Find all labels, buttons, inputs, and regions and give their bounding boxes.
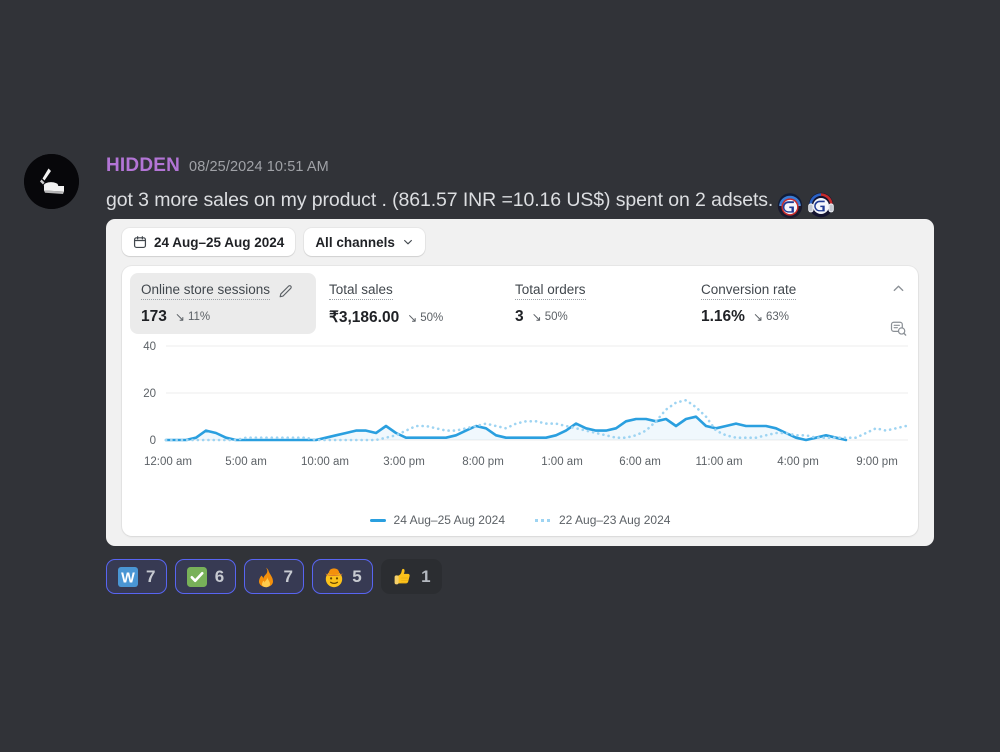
message-text: got 3 more sales on my product . (861.57… — [106, 189, 774, 211]
svg-text:W: W — [121, 570, 135, 586]
svg-text:5:00 am: 5:00 am — [225, 456, 267, 468]
svg-text:40: 40 — [143, 341, 156, 353]
svg-text:10:00 am: 10:00 am — [301, 456, 349, 468]
chevron-up-icon — [893, 285, 903, 291]
metric-delta: ↘ 50% — [532, 311, 568, 323]
metric-delta-value: 11% — [187, 311, 211, 323]
reaction-fire[interactable]: 7 — [243, 559, 305, 594]
message-timestamp: 08/25/2024 10:51 AM — [189, 159, 329, 175]
chevron-down-icon — [403, 239, 412, 245]
metric-delta: ↘ 63% — [753, 311, 789, 323]
series-compare-line — [164, 398, 908, 442]
reaction-thumbs-up[interactable]: 1 — [381, 559, 442, 594]
analytics-chart-card: Online store sessions 173 ↘ 11% Total sa… — [122, 266, 918, 536]
metric-head: Total orders — [515, 282, 679, 300]
reaction-count: 5 — [352, 566, 363, 586]
metric-row: 1.16% ↘ 63% — [701, 308, 865, 326]
cowboy-hat-face-emoji — [325, 567, 343, 587]
g-logo-cap-emoji — [776, 191, 804, 219]
metric-delta-value: 50% — [420, 312, 444, 324]
x-axis-labels: 12:00 am 5:00 am 10:00 am 3:00 pm 8:00 p… — [144, 456, 898, 468]
arrow-down-right-icon: ↘ — [407, 311, 418, 325]
metric-value: 1.16% — [701, 308, 745, 325]
collapse-button[interactable] — [888, 278, 908, 298]
chart-svg: 40 20 0 12:00 am 5:00 am 10:00 am 3:00 p… — [143, 341, 908, 468]
metric-online-store-sessions[interactable]: Online store sessions 173 ↘ 11% — [130, 273, 316, 334]
reaction-count: 6 — [214, 566, 225, 586]
svg-text:4:00 pm: 4:00 pm — [777, 456, 819, 468]
reaction-white-check-mark[interactable]: 6 — [174, 559, 236, 594]
legend-item-current: 24 Aug–25 Aug 2024 — [369, 513, 505, 527]
message-body: got 3 more sales on my product . (861.57… — [106, 186, 835, 219]
metric-label: Online store sessions — [141, 282, 271, 300]
arrow-down-right-icon: ↘ — [531, 310, 542, 324]
metric-cards: Online store sessions 173 ↘ 11% Total sa… — [122, 266, 918, 334]
metric-label: Conversion rate — [701, 282, 797, 300]
svg-text:3:00 pm: 3:00 pm — [383, 456, 425, 468]
metric-row: 173 ↘ 11% — [141, 308, 305, 326]
sessions-line-chart: 40 20 0 12:00 am 5:00 am 10:00 am 3:00 p… — [122, 328, 918, 536]
reaction-count: 7 — [146, 566, 156, 586]
metric-value: 173 — [141, 308, 167, 325]
kayak-avatar-icon — [24, 154, 79, 209]
metric-head: Total sales — [329, 282, 493, 300]
message-header: HIDDEN 08/25/2024 10:51 AM — [106, 155, 329, 177]
svg-text:0: 0 — [150, 435, 156, 447]
metric-label: Total orders — [515, 282, 586, 300]
metric-total-orders[interactable]: Total orders 3 ↘ 50% — [504, 273, 690, 334]
channel-filter-button[interactable]: All channels — [304, 228, 425, 256]
embed-toolbar: 24 Aug–25 Aug 2024 All channels — [122, 228, 425, 256]
reaction-count: 1 — [421, 566, 431, 586]
metric-delta: ↘ 11% — [175, 311, 210, 323]
date-range-label: 24 Aug–25 Aug 2024 — [154, 234, 285, 250]
pencil-icon[interactable] — [278, 284, 293, 299]
metric-value: 3 — [515, 308, 524, 325]
svg-text:8:00 pm: 8:00 pm — [462, 456, 504, 468]
calendar-icon — [133, 236, 147, 249]
metric-head: Conversion rate — [701, 282, 865, 300]
gridlines — [166, 345, 908, 441]
legend-label: 22 Aug–23 Aug 2024 — [559, 513, 671, 527]
svg-text:6:00 am: 6:00 am — [619, 456, 661, 468]
legend-label: 24 Aug–25 Aug 2024 — [393, 513, 505, 527]
metric-value: ₹3,186.00 — [329, 309, 400, 326]
metric-total-sales[interactable]: Total sales ₹3,186.00 ↘ 50% — [318, 273, 504, 335]
reaction-w[interactable]: W 7 — [106, 559, 167, 594]
metric-head: Online store sessions — [141, 282, 305, 300]
white-check-mark-emoji — [186, 566, 207, 587]
metric-delta: ↘ 50% — [407, 312, 443, 324]
legend-solid-line-icon — [369, 518, 386, 522]
y-axis-labels: 40 20 0 — [143, 341, 156, 447]
metric-row: 3 ↘ 50% — [515, 308, 679, 326]
thumbs-up-emoji — [394, 568, 410, 584]
metric-delta-value: 50% — [544, 311, 568, 323]
avatar[interactable] — [24, 154, 79, 209]
shopify-analytics-embed: 24 Aug–25 Aug 2024 All channels Online s… — [106, 219, 934, 546]
w-emoji: W — [118, 566, 138, 587]
message-username[interactable]: HIDDEN — [106, 155, 180, 177]
fire-emoji — [258, 567, 273, 587]
chart-series — [164, 398, 908, 442]
metric-row: ₹3,186.00 ↘ 50% — [329, 308, 493, 327]
chart-legend: 24 Aug–25 Aug 2024 22 Aug–23 Aug 2024 — [122, 513, 918, 527]
reaction-count: 7 — [283, 566, 294, 586]
reaction-cowboy-hat-face[interactable]: 5 — [312, 559, 374, 594]
svg-text:9:00 pm: 9:00 pm — [856, 456, 898, 468]
svg-text:11:00 am: 11:00 am — [695, 456, 742, 468]
svg-text:20: 20 — [143, 388, 156, 400]
metric-conversion-rate[interactable]: Conversion rate 1.16% ↘ 63% — [690, 273, 876, 334]
svg-text:12:00 am: 12:00 am — [144, 456, 192, 468]
metric-delta-value: 63% — [766, 311, 790, 323]
svg-text:1:00 am: 1:00 am — [541, 456, 583, 468]
channel-filter-label: All channels — [315, 234, 395, 250]
g-logo-headphones-emoji — [807, 191, 835, 219]
message-reactions: W 7 6 7 5 1 — [106, 559, 442, 594]
legend-item-compare: 22 Aug–23 Aug 2024 — [535, 513, 670, 527]
arrow-down-right-icon: ↘ — [174, 310, 185, 324]
metric-label: Total sales — [329, 282, 393, 300]
legend-dotted-line-icon — [535, 518, 551, 522]
arrow-down-right-icon: ↘ — [752, 310, 764, 324]
date-range-button[interactable]: 24 Aug–25 Aug 2024 — [122, 228, 296, 256]
